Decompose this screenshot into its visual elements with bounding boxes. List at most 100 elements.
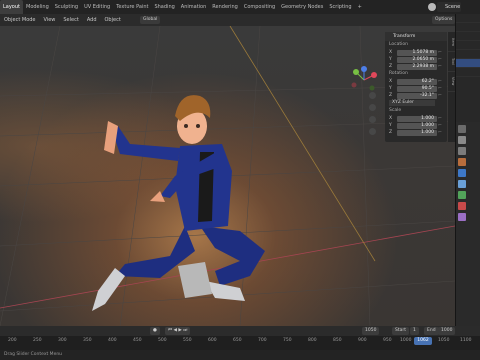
view-menu[interactable]: View	[40, 17, 60, 23]
outliner-row[interactable]	[456, 50, 480, 59]
location-z-field[interactable]: 2.2938 m	[397, 63, 437, 70]
tab-animation[interactable]: Animation	[178, 0, 210, 14]
constraints-properties-icon[interactable]	[458, 191, 466, 199]
outliner-row[interactable]	[456, 32, 480, 41]
rotation-z-field[interactable]: -32.1°	[397, 92, 437, 99]
timeline-tick: 850	[333, 338, 342, 343]
location-x-axis: X	[389, 50, 393, 55]
add-menu[interactable]: Add	[83, 17, 101, 23]
add-workspace-button[interactable]: +	[355, 0, 365, 14]
scale-x-field[interactable]: 1.000	[397, 115, 437, 122]
outliner-row[interactable]	[456, 14, 480, 23]
zoom-icon[interactable]	[369, 92, 376, 99]
playback-controls[interactable]: ⏮ ◀ ▶ ⏭	[165, 327, 191, 335]
tab-rendering[interactable]: Rendering	[209, 0, 241, 14]
tab-view[interactable]: View	[448, 72, 455, 92]
tab-scripting[interactable]: Scripting	[326, 0, 354, 14]
lock-icon[interactable]: ⌐	[437, 79, 443, 84]
modifier-properties-icon[interactable]	[458, 169, 466, 177]
object-menu[interactable]: Object	[101, 17, 125, 23]
tab-texture-paint[interactable]: Texture Paint	[113, 0, 151, 14]
scale-z-field[interactable]: 1.000	[397, 129, 437, 136]
scale-y-field[interactable]: 1.000	[397, 122, 437, 129]
output-properties-icon[interactable]	[458, 147, 466, 155]
options-button[interactable]: Options	[432, 16, 456, 24]
timeline-tick: 1050	[438, 338, 450, 343]
outliner-row[interactable]	[456, 23, 480, 32]
tool-properties-icon[interactable]	[458, 125, 466, 133]
tab-layout[interactable]: Layout	[0, 0, 23, 14]
pan-icon[interactable]	[369, 104, 376, 111]
jump-start-button[interactable]: ●	[150, 327, 160, 335]
rotation-y-field[interactable]: 90.5°	[397, 85, 437, 92]
status-bar: Drag Slider Context Menu	[0, 350, 480, 360]
location-label: Location	[389, 42, 409, 47]
character-model	[92, 95, 265, 311]
start-frame-label: Start	[392, 327, 409, 335]
timeline-tick: 950	[383, 338, 392, 343]
perspective-toggle-icon[interactable]	[369, 128, 376, 135]
rotation-x-field[interactable]: 62.2°	[397, 78, 437, 85]
lock-icon[interactable]: ⌐	[437, 57, 443, 62]
outliner-row[interactable]	[456, 68, 480, 77]
lock-icon[interactable]: ⌐	[437, 123, 443, 128]
outliner-row[interactable]	[456, 41, 480, 50]
rotation-z-axis: Z	[389, 93, 393, 98]
timeline-tick: 700	[258, 338, 267, 343]
tab-compositing[interactable]: Compositing	[241, 0, 278, 14]
start-frame-field[interactable]: 1	[410, 327, 419, 335]
location-y-field[interactable]: 2.0650 m	[397, 56, 437, 63]
timeline[interactable]: 200 250 300 350 400 450 500 550 600 650 …	[0, 336, 480, 350]
lock-icon[interactable]: ⌐	[437, 86, 443, 91]
timeline-tick: 650	[233, 338, 242, 343]
object-properties-icon[interactable]	[458, 158, 466, 166]
physics-properties-icon[interactable]	[458, 180, 466, 188]
end-frame-field[interactable]: 1000	[438, 327, 456, 335]
lock-icon[interactable]: ⌐	[437, 50, 443, 55]
viewport-header: Object Mode View Select Add Object	[0, 14, 455, 26]
rotation-mode-dropdown[interactable]: XYZ Euler	[389, 100, 435, 106]
render-properties-icon[interactable]	[458, 136, 466, 144]
timeline-tick: 900	[358, 338, 367, 343]
tab-modeling[interactable]: Modeling	[23, 0, 52, 14]
outliner-row-selected[interactable]	[456, 59, 480, 68]
timeline-tick: 200	[8, 338, 17, 343]
lock-icon[interactable]: ⌐	[437, 93, 443, 98]
navigation-gizmo[interactable]	[350, 66, 378, 94]
workspace-tabs: Layout Modeling Sculpting UV Editing Tex…	[0, 0, 480, 14]
transform-orientation-dropdown[interactable]: Global	[140, 16, 161, 24]
outliner-panel[interactable]	[455, 14, 480, 122]
lock-icon[interactable]: ⌐	[437, 64, 443, 69]
playhead[interactable]: 1062	[414, 337, 432, 345]
mode-selector[interactable]: Object Mode	[0, 17, 40, 23]
tab-geometry-nodes[interactable]: Geometry Nodes	[278, 0, 326, 14]
scale-y-axis: Y	[389, 123, 392, 128]
texture-properties-icon[interactable]	[458, 213, 466, 221]
timeline-tick: 400	[108, 338, 117, 343]
properties-panel	[455, 122, 480, 326]
location-x-field[interactable]: 1.5078 m	[397, 49, 437, 56]
scene-selector[interactable]: Scene	[437, 2, 461, 12]
scene-icon	[428, 3, 436, 11]
tab-tool[interactable]: Tool	[448, 52, 455, 72]
tab-sculpting[interactable]: Sculpting	[52, 0, 81, 14]
select-menu[interactable]: Select	[59, 17, 82, 23]
current-frame-field[interactable]: 1050	[362, 327, 380, 335]
lock-icon[interactable]: ⌐	[437, 116, 443, 121]
camera-view-icon[interactable]	[369, 116, 376, 123]
viewport-nav-buttons	[369, 92, 377, 140]
tab-shading[interactable]: Shading	[151, 0, 177, 14]
timeline-tick: 600	[208, 338, 217, 343]
timeline-tick: 250	[33, 338, 42, 343]
scale-z-axis: Z	[389, 130, 393, 135]
timeline-tick: 300	[58, 338, 67, 343]
timeline-tick: 800	[308, 338, 317, 343]
transform-panel-title[interactable]: Transform	[385, 32, 447, 41]
location-y-axis: Y	[389, 57, 392, 62]
tab-uv-editing[interactable]: UV Editing	[81, 0, 113, 14]
material-properties-icon[interactable]	[458, 202, 466, 210]
tab-item[interactable]: Item	[448, 32, 455, 52]
scale-label: Scale	[389, 108, 402, 113]
scale-x-axis: X	[389, 116, 393, 121]
lock-icon[interactable]: ⌐	[437, 130, 443, 135]
